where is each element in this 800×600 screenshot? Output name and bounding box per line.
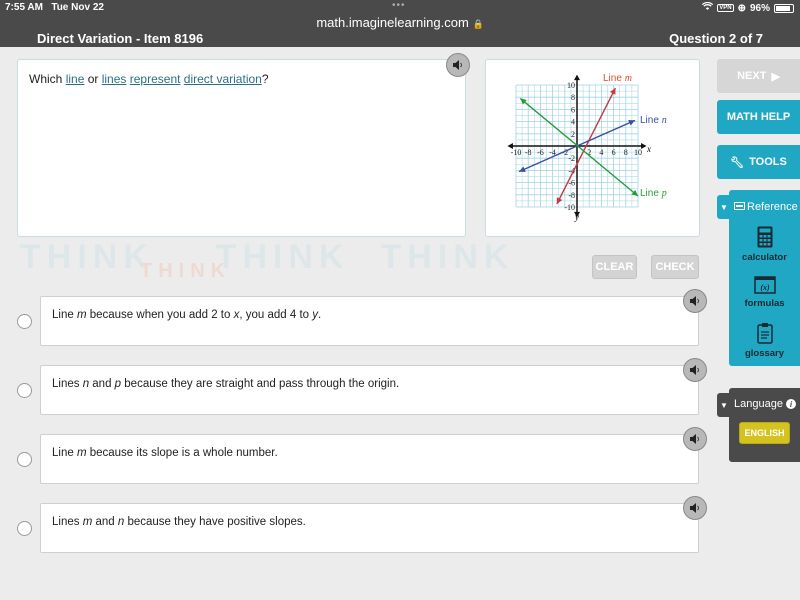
graph-card: -10 -8 -6 -4 -2 2 4 6 8 10 10 8 6 4 2 -2 -4 -6 -8 -10 Line … <box>485 59 700 237</box>
glossary-link-direct-variation[interactable]: direct variation <box>184 72 262 86</box>
reference-header[interactable]: Reference <box>734 201 798 213</box>
question-card: Which line or lines represent direct var… <box>17 59 466 237</box>
answer-choice-text: Line m because when you add 2 to x, you … <box>52 309 322 321</box>
x-tick-label: 10 <box>634 148 642 157</box>
x-tick-label: -8 <box>525 148 532 157</box>
y-tick-label: 4 <box>571 118 575 127</box>
y-axis-label: y <box>574 212 579 222</box>
formulas-tool[interactable]: (x) formulas <box>729 276 800 309</box>
x-tick-label: 4 <box>599 148 603 157</box>
clock: 7:55 AM Tue Nov 22 <box>5 2 104 13</box>
choice-radio[interactable] <box>17 452 32 467</box>
answer-choice[interactable]: Lines m and n because they have positive… <box>40 503 699 553</box>
glossary-link-line[interactable]: line <box>66 72 85 86</box>
speaker-icon <box>453 60 462 70</box>
wrench-icon: 🔧︎ <box>730 156 745 169</box>
formulas-icon: (x) <box>753 276 776 294</box>
answer-choice[interactable]: Line m because its slope is a whole numb… <box>40 434 699 484</box>
line-n-label: Line n <box>640 115 667 126</box>
glossary-tool[interactable]: glossary <box>729 322 800 359</box>
lesson-title: Direct Variation - Item 8196 <box>37 31 204 46</box>
play-arrow-icon: ▶ <box>771 70 780 83</box>
battery-percent: 96% <box>749 2 770 14</box>
battery-icon <box>774 3 794 13</box>
info-icon[interactable]: i <box>785 399 796 409</box>
clipboard-icon <box>756 323 773 344</box>
orientation-lock-icon: ⊕ <box>737 2 746 14</box>
x-tick-label: 8 <box>624 148 628 157</box>
status-bar: 7:55 AM Tue Nov 22 ••• math.imaginelearn… <box>0 0 800 47</box>
glossary-link-represent[interactable]: represent <box>130 72 181 86</box>
english-language-button[interactable]: ENGLISH <box>739 422 790 444</box>
y-tick-label: -8 <box>568 191 575 200</box>
y-tick-label: 10 <box>567 81 575 90</box>
vpn-badge: VPN <box>717 4 734 12</box>
y-tick-label: -2 <box>568 154 575 163</box>
calculator-icon <box>757 226 772 248</box>
speaker-icon <box>690 434 699 444</box>
question-text: Which line or lines represent direct var… <box>29 72 269 86</box>
choice-audio-button[interactable] <box>683 427 707 451</box>
multitask-dots-icon[interactable]: ••• <box>392 0 406 11</box>
answer-choice-text: Line m because its slope is a whole numb… <box>52 447 278 459</box>
address-bar[interactable]: math.imaginelearning.com 🔒 <box>0 15 800 30</box>
language-panel: Language i ENGLISH <box>729 388 800 462</box>
language-header: Language i <box>734 398 796 410</box>
speaker-icon <box>690 296 699 306</box>
choice-audio-button[interactable] <box>683 496 707 520</box>
speaker-icon <box>690 365 699 375</box>
calculator-tool[interactable]: calculator <box>729 226 800 263</box>
choice-radio[interactable] <box>17 521 32 536</box>
x-tick-label: -10 <box>511 148 522 157</box>
next-button[interactable]: NEXT ▶ <box>717 59 800 93</box>
check-button[interactable]: CHECK <box>651 255 699 279</box>
y-tick-label: -10 <box>564 203 575 212</box>
line-p-label: Line p <box>640 188 667 199</box>
choice-audio-button[interactable] <box>683 358 707 382</box>
y-axis-arrow-up <box>574 74 580 81</box>
line-m-label: Line m <box>603 73 632 84</box>
x-tick-label: 6 <box>612 148 616 157</box>
answer-choice[interactable]: Line m because when you add 2 to x, you … <box>40 296 699 346</box>
svg-text:(x): (x) <box>760 283 770 292</box>
keyboard-icon <box>734 201 745 213</box>
answer-choice-text: Lines n and p because they are straight … <box>52 378 400 390</box>
question-audio-button[interactable] <box>446 53 470 77</box>
lock-icon: 🔒 <box>472 19 484 29</box>
x-tick-label: -6 <box>537 148 544 157</box>
coordinate-graph: -10 -8 -6 -4 -2 2 4 6 8 10108642-2-4-6-8-10 Line … <box>507 73 667 222</box>
answer-choice[interactable]: Lines n and p because they are straight … <box>40 365 699 415</box>
clear-button[interactable]: CLEAR <box>592 255 637 279</box>
system-status: VPN ⊕ 96% <box>702 1 794 14</box>
choice-radio[interactable] <box>17 383 32 398</box>
y-tick-label: 8 <box>571 93 575 102</box>
math-help-button[interactable]: MATH HELP <box>717 100 800 134</box>
tools-button[interactable]: 🔧︎ TOOLS <box>717 145 800 179</box>
speaker-icon <box>690 503 699 513</box>
choice-audio-button[interactable] <box>683 289 707 313</box>
question-progress: Question 2 of 7 <box>669 31 763 46</box>
wifi-icon <box>702 1 714 14</box>
y-tick-label: 2 <box>571 130 575 139</box>
glossary-link-lines[interactable]: lines <box>102 72 127 86</box>
y-tick-label: 6 <box>571 105 575 114</box>
reference-panel: Reference calculator (x) formulas glossa… <box>729 190 800 366</box>
answer-choice-text: Lines m and n because they have positive… <box>52 516 306 528</box>
choice-radio[interactable] <box>17 314 32 329</box>
x-axis-label: x <box>646 144 651 154</box>
